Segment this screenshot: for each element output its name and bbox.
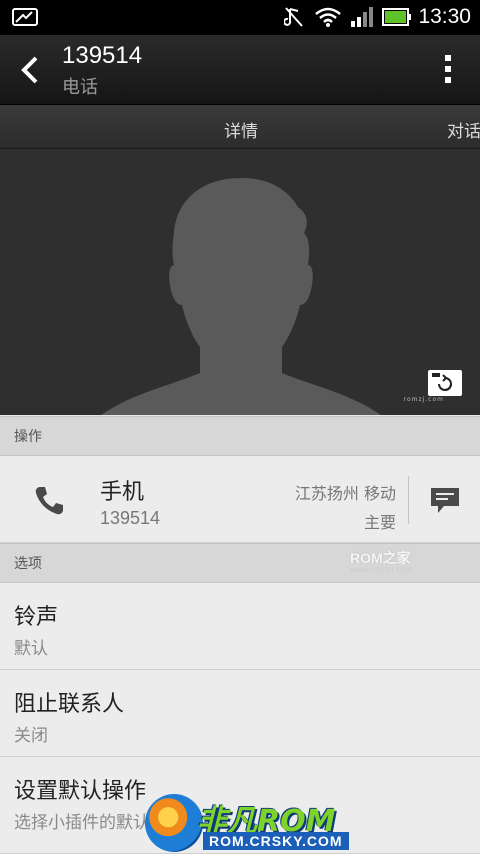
- contact-silhouette-icon: [101, 178, 381, 415]
- option-title: 设置默认操作: [14, 779, 147, 804]
- phone-primary-tag: 主要: [363, 513, 396, 532]
- chevron-left-icon[interactable]: [18, 55, 44, 85]
- photo-watermark: romzj.com: [403, 396, 444, 403]
- tab-bar: 详情 对话: [0, 105, 480, 149]
- signal-icon: [351, 7, 373, 27]
- feifan-logo: [145, 794, 203, 852]
- contact-subtitle: 电话: [62, 77, 98, 98]
- option-block-contact[interactable]: 阻止联系人 关闭: [0, 670, 480, 757]
- clock: 13:30: [418, 5, 471, 28]
- feifan-watermark: 非凡ROM ROM.CRSKY.COM: [145, 786, 349, 854]
- contact-photo[interactable]: romzj.com: [0, 149, 480, 415]
- option-title: 阻止联系人: [14, 692, 125, 717]
- change-photo-icon[interactable]: [428, 370, 462, 396]
- phone-carrier: 江苏扬州 移动: [294, 484, 396, 503]
- row-divider: [408, 476, 409, 524]
- romzj-watermark-url: www.romzj.com: [350, 565, 414, 574]
- phone-entry-row[interactable]: 手机 139514 江苏扬州 移动 主要: [0, 456, 480, 543]
- message-icon[interactable]: [430, 486, 460, 516]
- contact-title: 139514: [62, 42, 143, 69]
- status-bar: 13:30: [0, 0, 480, 35]
- option-value: 选择小插件的默认: [14, 813, 150, 833]
- option-ringtone[interactable]: 铃声 默认: [0, 583, 480, 670]
- mute-icon: [284, 7, 303, 27]
- option-value: 关闭: [14, 726, 48, 746]
- section-header-actions: 操作: [0, 416, 480, 456]
- battery-icon: [382, 8, 411, 26]
- tab-details[interactable]: 详情: [224, 117, 258, 142]
- phone-icon[interactable]: [32, 484, 66, 518]
- notification-icon: [12, 8, 38, 26]
- tab-conversations[interactable]: 对话: [447, 117, 480, 142]
- phone-number: 139514: [100, 508, 161, 528]
- wifi-icon: [315, 7, 341, 27]
- option-value: 默认: [14, 639, 48, 659]
- feifan-url: ROM.CRSKY.COM: [203, 832, 349, 850]
- action-bar: 139514 电话: [0, 35, 480, 105]
- phone-label: 手机: [100, 480, 145, 505]
- option-title: 铃声: [14, 605, 59, 630]
- overflow-menu-icon[interactable]: [444, 55, 452, 85]
